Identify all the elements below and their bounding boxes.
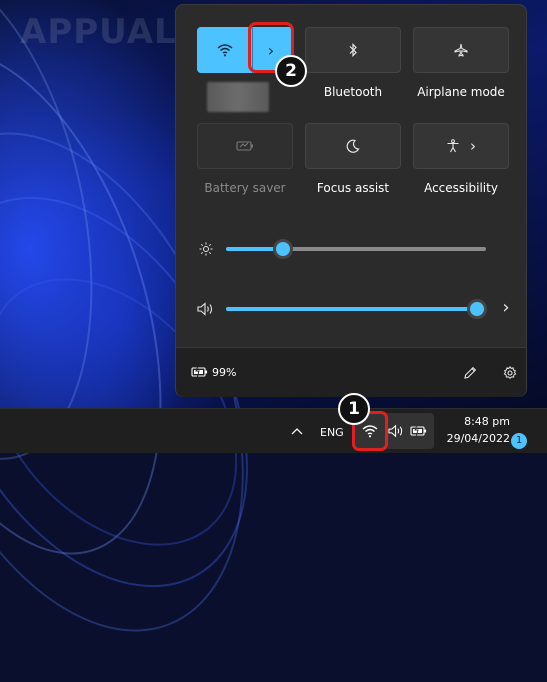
speaker-icon [197, 302, 213, 316]
accessibility-tile[interactable]: › [413, 123, 509, 169]
accessibility-icon [447, 139, 459, 153]
notification-count-badge[interactable]: 1 [511, 433, 527, 449]
brightness-slider-thumb[interactable] [273, 239, 293, 259]
moon-icon [346, 139, 360, 153]
volume-output-arrow-button[interactable]: › [496, 299, 516, 319]
focus-assist-label: Focus assist [316, 181, 390, 195]
speaker-icon[interactable] [388, 424, 405, 438]
callout-badge-1: 1 [338, 393, 370, 425]
focus-assist-tile[interactable] [305, 123, 401, 169]
bluetooth-tile[interactable] [305, 27, 401, 73]
battery-percent: 99% [212, 366, 237, 379]
bluetooth-label: Bluetooth [323, 85, 383, 99]
bluetooth-icon [349, 43, 357, 57]
airplane-mode-tile[interactable] [413, 27, 509, 73]
battery-charging-icon[interactable] [410, 425, 428, 437]
language-indicator[interactable]: ENG [320, 426, 344, 439]
pencil-icon[interactable] [463, 366, 477, 380]
airplane-mode-label: Airplane mode [417, 85, 505, 99]
battery-charging-icon [191, 366, 208, 378]
chevron-up-icon[interactable] [291, 427, 303, 435]
quick-settings-footer: 99% [176, 347, 526, 397]
volume-slider-fill [226, 307, 476, 311]
airplane-icon [454, 43, 468, 57]
brightness-icon [199, 242, 213, 256]
taskbar: ENG 8:48 pm 29/04/2022 1 [0, 408, 547, 453]
wifi-icon [217, 44, 232, 57]
clock-date[interactable]: 29/04/2022 [440, 432, 510, 445]
callout-badge-2: 2 [275, 55, 307, 87]
chevron-right-icon: › [470, 137, 476, 155]
clock-time[interactable]: 8:48 pm [456, 415, 510, 428]
battery-saver-tile[interactable] [197, 123, 293, 169]
accessibility-label: Accessibility [424, 181, 498, 195]
volume-slider-thumb[interactable] [467, 299, 487, 319]
chevron-right-icon: › [502, 297, 510, 318]
battery-saver-label: Battery saver [204, 181, 286, 195]
wifi-toggle[interactable] [197, 27, 252, 73]
gear-icon[interactable] [503, 366, 517, 380]
battery-saver-icon [236, 141, 253, 151]
quick-settings-panel: › Bluetooth Airplane mode Battery saver … [175, 4, 527, 397]
network-name-blurred [207, 82, 269, 112]
